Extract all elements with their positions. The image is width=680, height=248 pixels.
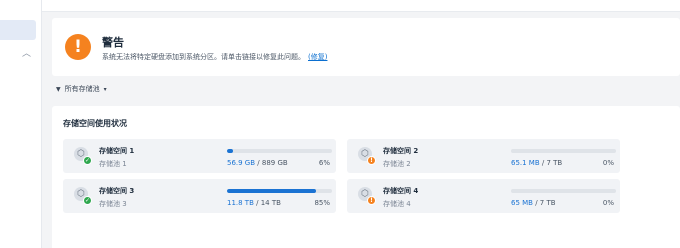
used-amount: 65 MB (511, 199, 533, 207)
panel-title: 存储空间使用状况 (63, 119, 127, 128)
usage-bar (511, 149, 616, 153)
usage-bar (227, 189, 332, 193)
used-amount: 11.8 TB (227, 199, 254, 207)
pool-filter[interactable]: ▼ 所有存储池 ▾ (56, 84, 107, 94)
used-amount: 65.1 MB (511, 159, 540, 167)
sidebar: ︿ (0, 0, 42, 248)
top-bar (42, 0, 680, 12)
total-amount: / 7 TB (535, 199, 556, 207)
volume-card[interactable]: ⬡ ! 存储空间 2 存储池 2 65.1 MB / 7 TB 0% (347, 139, 620, 173)
usage-text: 56.9 GB / 889 GB (227, 159, 288, 167)
volume-name: 存储空间 4 (383, 187, 419, 195)
usage-text: 65.1 MB / 7 TB (511, 159, 562, 167)
status-ok-icon: ✓ (83, 156, 92, 165)
usage-bar (227, 149, 332, 153)
volume-icon: ⬡ ! (358, 147, 376, 165)
usage-bar-fill (227, 189, 317, 193)
chevron-up-icon[interactable]: ︿ (22, 46, 31, 59)
used-amount: 56.9 GB (227, 159, 256, 167)
usage-percent: 85% (314, 199, 330, 207)
storage-usage-panel: 存储空间使用状况 ⬡ ✓ 存储空间 1 存储池 1 56.9 GB / 889 … (52, 106, 680, 248)
pool-name: 存储池 2 (383, 160, 411, 168)
volume-card[interactable]: ⬡ ! 存储空间 4 存储池 4 65 MB / 7 TB 0% (347, 179, 620, 213)
status-warning-icon: ! (367, 156, 376, 165)
dropdown-icon: ▾ (103, 85, 107, 93)
status-warning-icon: ! (367, 196, 376, 205)
warning-icon: ! (65, 34, 91, 60)
alert-message-text: 系统无法将特定硬盘添加到系统分区。请单击链接以修复此问题。 (102, 53, 305, 61)
warning-alert: ! 警告 系统无法将特定硬盘添加到系统分区。请单击链接以修复此问题。 (修复) (52, 18, 680, 76)
usage-percent: 0% (602, 199, 614, 207)
volume-name: 存储空间 3 (99, 187, 135, 195)
usage-percent: 0% (602, 159, 614, 167)
pool-name: 存储池 1 (99, 160, 127, 168)
usage-text: 65 MB / 7 TB (511, 199, 556, 207)
sidebar-item-selected[interactable] (0, 20, 36, 40)
caret-down-icon: ▼ (56, 85, 61, 93)
usage-bar-fill (227, 149, 234, 153)
pool-name: 存储池 4 (383, 200, 411, 208)
volume-name: 存储空间 2 (383, 147, 419, 155)
status-ok-icon: ✓ (83, 196, 92, 205)
total-amount: / 889 GB (257, 159, 288, 167)
volume-icon: ⬡ ! (358, 187, 376, 205)
volume-name: 存储空间 1 (99, 147, 135, 155)
usage-text: 11.8 TB / 14 TB (227, 199, 281, 207)
volume-card[interactable]: ⬡ ✓ 存储空间 1 存储池 1 56.9 GB / 889 GB 6% (63, 139, 336, 173)
alert-message: 系统无法将特定硬盘添加到系统分区。请单击链接以修复此问题。 (修复) (102, 52, 327, 62)
alert-title: 警告 (102, 36, 124, 49)
volume-icon: ⬡ ✓ (74, 187, 92, 205)
pool-filter-label: 所有存储池 (64, 85, 100, 93)
total-amount: / 7 TB (541, 159, 563, 167)
volume-card[interactable]: ⬡ ✓ 存储空间 3 存储池 3 11.8 TB / 14 TB 85% (63, 179, 336, 213)
total-amount: / 14 TB (256, 199, 281, 207)
volume-icon: ⬡ ✓ (74, 147, 92, 165)
pool-name: 存储池 3 (99, 200, 127, 208)
next-panel-edge (52, 240, 680, 248)
repair-link[interactable]: (修复) (308, 53, 327, 61)
usage-bar (511, 189, 616, 193)
usage-percent: 6% (318, 159, 330, 167)
